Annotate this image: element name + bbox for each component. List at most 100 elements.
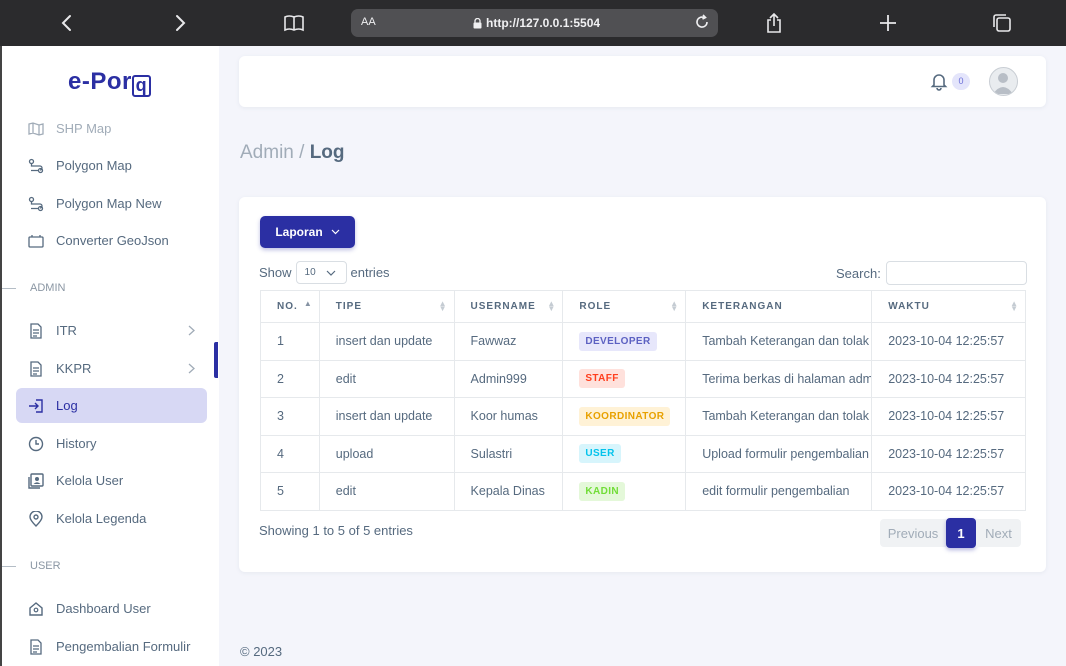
column-header-waktu[interactable]: WAKTU ▲ ▼	[871, 290, 1026, 323]
next-page-button[interactable]: Next	[976, 519, 1021, 547]
brand-logo[interactable]: e-Por q	[68, 68, 151, 97]
sidebar-item-label: Dashboard User	[56, 601, 151, 616]
log-table-card: Laporan Show 10 entries Search: NO. ▲ TIP…	[239, 197, 1046, 572]
header-label: WAKTU	[888, 301, 930, 312]
cell-no: 1	[260, 322, 320, 361]
role-badge: STAFF	[579, 369, 625, 389]
user-card-icon	[28, 472, 44, 489]
table-row: 3 insert dan update Koor humas KOORDINAT…	[260, 397, 1026, 436]
chevron-right-icon	[188, 362, 195, 377]
search-input[interactable]	[885, 261, 1027, 285]
cell-tipe: edit	[318, 472, 455, 511]
sort-asc-icon: ▲	[303, 299, 313, 308]
sort-icon: ▲ ▼	[547, 299, 557, 313]
share-icon[interactable]	[763, 12, 785, 34]
section-label: USER	[30, 560, 61, 572]
cell-no: 2	[260, 359, 320, 398]
column-header-no[interactable]: NO. ▲	[260, 290, 320, 323]
cell-role: DEVELOPER	[562, 322, 687, 361]
role-badge: KOORDINATOR	[579, 406, 671, 426]
section-admin: ADMIN	[2, 282, 65, 294]
forward-icon[interactable]	[169, 12, 191, 34]
active-indicator	[214, 342, 218, 378]
cell-no: 4	[260, 434, 320, 473]
cell-waktu: 2023-10-04 12:25:57	[871, 359, 1026, 398]
sidebar-item-kkpr[interactable]: KKPR	[16, 351, 207, 386]
sort-icon: ▲ ▼	[438, 299, 448, 313]
bookmarks-icon[interactable]	[283, 12, 305, 34]
cell-username: Koor humas	[453, 397, 564, 436]
laporan-dropdown-button[interactable]: Laporan	[260, 216, 355, 248]
table-search: Search:	[836, 261, 1027, 285]
breadcrumb: Admin / Log	[240, 142, 345, 164]
sidebar-item-pengembalian-formulir[interactable]: Pengembalian Formulir	[16, 629, 207, 664]
back-icon[interactable]	[56, 12, 78, 34]
cell-username: Admin999	[453, 359, 564, 398]
table-row: 5 edit Kepala Dinas KADIN edit formulir …	[260, 472, 1026, 511]
cell-tipe: upload	[318, 434, 455, 473]
tabs-icon[interactable]	[991, 12, 1013, 34]
cell-tipe: insert dan update	[318, 322, 455, 361]
column-header-username[interactable]: USERNAME ▲ ▼	[453, 290, 564, 323]
role-badge: DEVELOPER	[579, 331, 657, 351]
table-row: 2 edit Admin999 STAFF Terima berkas di h…	[260, 359, 1026, 398]
map-pin-icon	[28, 510, 44, 527]
log-table: NO. ▲ TIPE ▲ ▼ USERNAME ▲ ▼ ROLE ▲ ▼ KETERANGAN…	[260, 290, 1026, 511]
column-header-role[interactable]: ROLE ▲ ▼	[562, 290, 687, 323]
brand-text: e-Por	[68, 68, 132, 95]
table-info: Showing 1 to 5 of 5 entries	[259, 523, 413, 538]
cell-keterangan: Tambah Keterangan dan tolak	[685, 322, 873, 361]
sidebar-item-history[interactable]: History	[16, 426, 207, 461]
sidebar-item-kelola-legenda[interactable]: Kelola Legenda	[16, 501, 207, 536]
route-icon	[28, 196, 44, 212]
entries-length-control: Show 10 entries	[259, 261, 390, 284]
file-icon	[28, 322, 44, 339]
cell-role: KADIN	[562, 472, 687, 511]
entries-label: entries	[350, 265, 390, 280]
sort-icon: ▲ ▼	[1010, 299, 1019, 313]
sidebar-item-label: Kelola Legenda	[56, 511, 147, 526]
avatar[interactable]	[989, 67, 1018, 96]
user-avatar-icon	[993, 73, 1013, 94]
footer-copyright: © 2023	[240, 644, 283, 659]
column-header-tipe[interactable]: TIPE ▲ ▼	[318, 290, 455, 323]
cell-no: 3	[260, 397, 320, 436]
entries-select-value: 10	[304, 267, 316, 278]
sort-icon: ▲ ▼	[670, 299, 680, 313]
table-row: 1 insert dan update Fawwaz DEVELOPER Tam…	[260, 322, 1026, 361]
role-badge: KADIN	[579, 481, 626, 501]
sidebar-item-shp-map[interactable]: SHP Map	[16, 111, 207, 146]
page-1-button[interactable]: 1	[946, 518, 976, 548]
sidebar-item-label: KKPR	[56, 361, 92, 376]
sidebar-item-dashboard-user[interactable]: Dashboard User	[16, 591, 207, 626]
entries-select[interactable]: 10	[295, 261, 347, 284]
bell-icon[interactable]	[929, 71, 949, 91]
cell-role: KOORDINATOR	[562, 397, 687, 436]
text-size-button[interactable]: AA	[361, 16, 376, 28]
header-label: ROLE	[579, 301, 612, 312]
cell-username: Kepala Dinas	[453, 472, 564, 511]
map-icon	[28, 121, 44, 137]
laporan-button-label: Laporan	[275, 225, 323, 239]
sidebar-item-log[interactable]: Log	[16, 388, 207, 423]
browser-toolbar: AA http://127.0.0.1:5504	[0, 0, 1066, 46]
new-tab-icon[interactable]	[877, 12, 899, 34]
cell-waktu: 2023-10-04 12:25:57	[871, 322, 1026, 361]
show-label: Show	[259, 265, 292, 280]
sidebar-item-kelola-user[interactable]: Kelola User	[16, 463, 207, 498]
sidebar-item-label: Log	[56, 398, 78, 413]
reload-icon[interactable]	[692, 12, 712, 32]
address-bar[interactable]: AA http://127.0.0.1:5504	[351, 9, 718, 37]
column-header-keterangan[interactable]: KETERANGAN	[685, 290, 873, 323]
chevron-right-icon	[188, 324, 195, 339]
sidebar-item-polygon-map-new[interactable]: Polygon Map New	[16, 186, 207, 221]
sidebar-item-label: History	[56, 436, 97, 451]
cell-keterangan: edit formulir pengembalian	[685, 472, 873, 511]
previous-page-button[interactable]: Previous	[880, 519, 946, 547]
sidebar-item-itr[interactable]: ITR	[16, 313, 207, 348]
chevron-down-icon	[331, 229, 340, 235]
sidebar-item-converter-geojson[interactable]: Converter GeoJson	[16, 223, 207, 258]
breadcrumb-parent[interactable]: Admin /	[240, 142, 304, 163]
top-navbar: 0	[239, 56, 1046, 107]
sidebar-item-polygon-map[interactable]: Polygon Map	[16, 148, 207, 183]
